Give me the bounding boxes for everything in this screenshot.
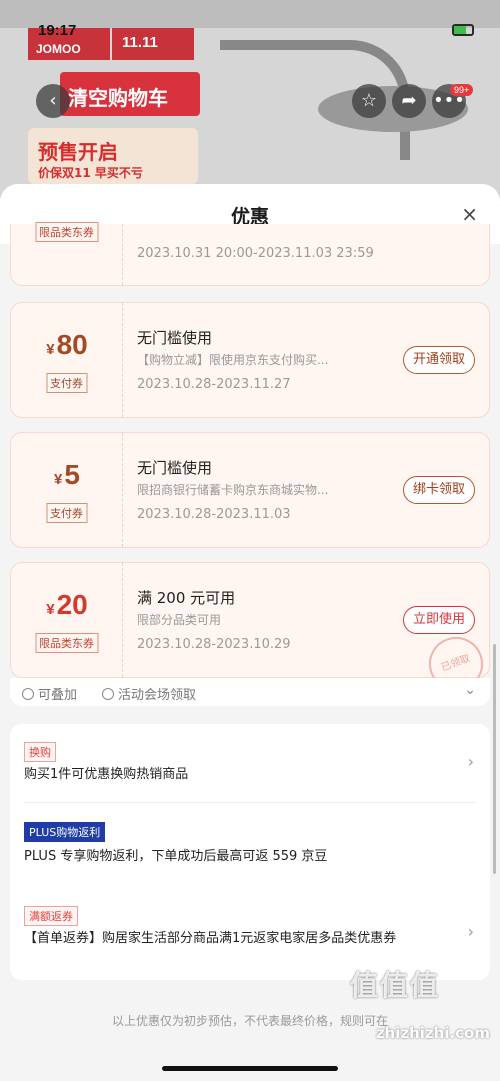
- coupon-card: ¥80 支付券 无门槛使用 【购物立减】限使用京东支付购买... 2023.10…: [10, 302, 490, 418]
- coupon-desc: 【购物立减】限使用京东支付购买...: [137, 353, 329, 367]
- coupon-left: ¥5 支付券: [11, 433, 123, 547]
- coupon-left: 限品类东券: [11, 222, 123, 285]
- promotions-list: 换购 购买1件可优惠换购热销商品 › PLUS购物返利 PLUS 专享购物返利，…: [10, 724, 490, 980]
- close-icon[interactable]: ×: [461, 202, 478, 226]
- promotion-tag-plus: PLUS购物返利: [24, 822, 106, 842]
- coupon-date: 2023.10.28-2023.11.03: [137, 507, 291, 522]
- promo-logo: 11.11: [112, 28, 194, 60]
- battery-icon: [452, 24, 474, 36]
- coupon-amount: ¥20: [46, 589, 88, 620]
- location-icon: [102, 688, 114, 700]
- chevron-right-icon: ›: [467, 752, 474, 771]
- divider: [24, 802, 476, 803]
- coupon-title: 无门槛使用: [137, 329, 213, 347]
- coupon-title: 满 200 元可用: [137, 589, 236, 607]
- coupon-claim-button[interactable]: 开通领取: [402, 346, 475, 374]
- banner-presale-title: 预售开启: [38, 140, 118, 164]
- coupon-card: ¥5 支付券 无门槛使用 限招商银行储蓄卡购京东商城实物... 2023.10.…: [10, 432, 490, 548]
- promotion-item[interactable]: 换购 购买1件可优惠换购热销商品 ›: [10, 724, 490, 802]
- coupon-title: 无门槛使用: [137, 459, 213, 477]
- info-icon: [22, 688, 34, 700]
- coupon-left: ¥80 支付券: [11, 303, 123, 417]
- coupon-amount: ¥5: [54, 459, 80, 490]
- coupon-date: 2023.10.28-2023.10.29: [137, 637, 291, 652]
- cart-badge: 99+: [450, 84, 474, 96]
- coupon-tag: 支付券: [46, 373, 87, 393]
- coupon-tag: 限品类东券: [35, 222, 98, 242]
- chevron-right-icon: ›: [467, 922, 474, 941]
- coupon-footer: 可叠加 活动会场领取 ⌄: [10, 678, 490, 706]
- coupon-date: 2023.10.28-2023.11.27: [137, 377, 291, 392]
- share-button[interactable]: ➦: [392, 84, 426, 118]
- watermark-logo: 值值值: [350, 970, 441, 1001]
- coupon-use-button[interactable]: 立即使用: [402, 606, 475, 634]
- home-indicator[interactable]: [162, 1066, 338, 1071]
- promotion-tag: 换购: [24, 742, 56, 762]
- share-icon: ➦: [401, 90, 417, 111]
- promotion-text: PLUS 专享购物返利，下单成功后最高可返 559 京豆: [24, 849, 328, 864]
- coupon-tag: 限品类东券: [35, 633, 98, 653]
- banner-presale-sub: 价保双11 早买不亏: [38, 166, 143, 180]
- coupon-amount: ¥80: [46, 329, 88, 360]
- banner-presale: 预售开启 价保双11 早买不亏: [28, 128, 198, 184]
- star-icon: ☆: [360, 90, 378, 111]
- coupon-tag: 支付券: [46, 503, 87, 523]
- promotion-text: 购买1件可优惠换购热销商品: [24, 767, 189, 782]
- coupon-bind-card-button[interactable]: 绑卡领取: [402, 476, 475, 504]
- coupon-date: 2023.10.31 20:00-2023.11.03 23:59: [137, 246, 374, 261]
- status-time: 19:17: [38, 22, 77, 39]
- chevron-left-icon: ‹: [49, 90, 57, 111]
- favorite-button[interactable]: ☆: [352, 84, 386, 118]
- promotion-text: 【首单返券】购居家生活部分商品满1元返家电家居多品类优惠券: [24, 931, 397, 946]
- back-button[interactable]: ‹: [36, 84, 70, 118]
- discount-sheet: 优惠 × 限品类东券 2023.10.31 20:00-2023.11.03 2…: [0, 184, 500, 1081]
- banner-clear-cart: 清空购物车: [60, 72, 200, 116]
- source-label: 活动会场领取: [102, 684, 196, 703]
- coupon-card: ¥20 限品类东券 满 200 元可用 限部分品类可用 2023.10.28-2…: [10, 562, 491, 699]
- coupon-desc: 限招商银行储蓄卡购京东商城实物...: [137, 483, 329, 497]
- product-page-background: JOMOO 11.11 清空购物车 预售开启 价保双11 早买不亏 ‹ ☆ ➦ …: [0, 0, 500, 200]
- stackable-label: 可叠加: [22, 684, 77, 703]
- promotion-item: PLUS购物返利 PLUS 专享购物返利，下单成功后最高可返 559 京豆: [10, 804, 490, 884]
- promotion-tag: 满额返券: [24, 906, 78, 926]
- watermark-site: zhizhizhi.com: [375, 1024, 490, 1042]
- coupon-desc: 限部分品类可用: [137, 613, 222, 627]
- scrollbar[interactable]: [493, 644, 496, 874]
- coupon-left: ¥20 限品类东券: [11, 563, 123, 677]
- coupon-card: 限品类东券 2023.10.31 20:00-2023.11.03 23:59: [10, 222, 490, 286]
- chevron-down-icon[interactable]: ⌄: [464, 682, 476, 698]
